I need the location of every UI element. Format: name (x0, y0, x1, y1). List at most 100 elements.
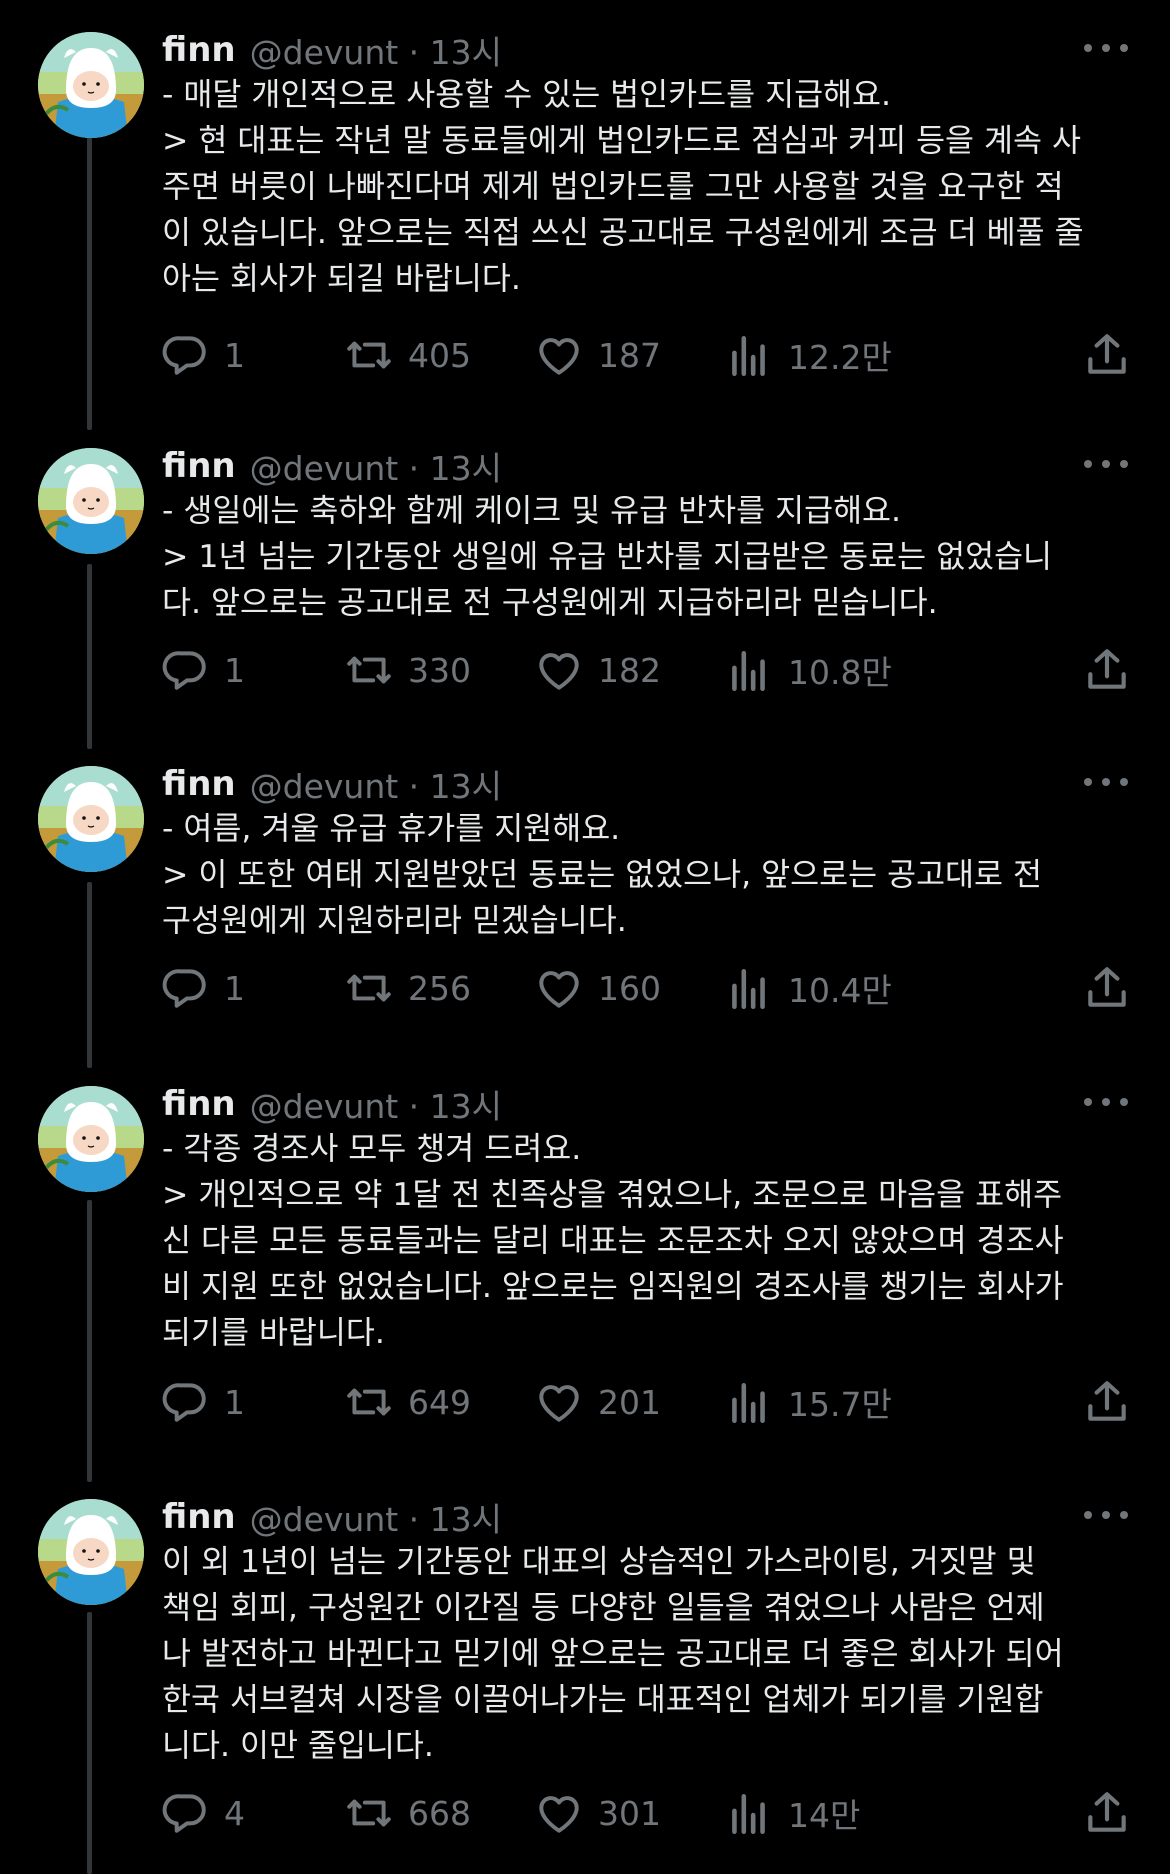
reply-button[interactable]: 1 (160, 1372, 245, 1432)
views-button[interactable]: 12.2만 (724, 325, 892, 385)
display-name[interactable]: finn (162, 1084, 236, 1124)
reply-button[interactable]: 4 (160, 1783, 245, 1843)
tweet-header: finn @devunt · 13시 (162, 760, 502, 808)
retweet-button[interactable]: 256 (344, 958, 471, 1018)
more-icon[interactable] (1084, 772, 1128, 792)
reply-icon (162, 969, 206, 1008)
thread-line (87, 1200, 92, 1482)
tweet-text-line: > 현 대표는 작년 말 동료들에게 법인카드로 점심과 커피 등을 계속 사 (162, 123, 1081, 159)
views-icon (732, 969, 765, 1010)
avatar[interactable] (38, 448, 144, 554)
views-button[interactable]: 15.7만 (724, 1372, 892, 1432)
tweet-text-line: 책임 회피, 구성원간 이간질 등 다양한 일들을 겪었으나 사람은 언제 (162, 1590, 1045, 1626)
reply-icon (162, 336, 206, 375)
views-button[interactable]: 10.4만 (724, 958, 892, 1018)
reply-button[interactable]: 1 (160, 640, 245, 700)
share-icon (1088, 1792, 1126, 1832)
reply-count: 1 (224, 1382, 245, 1422)
avatar[interactable] (38, 766, 144, 872)
reply-icon (162, 1383, 206, 1422)
tweet-text: - 매달 개인적으로 사용할 수 있는 법인카드를 지급해요. > 현 대표는 작… (162, 72, 1130, 302)
display-name[interactable]: finn (162, 446, 236, 486)
retweet-count: 256 (408, 968, 471, 1008)
view-count: 10.4만 (788, 971, 892, 1010)
tweet-text-line: 비 지원 또한 없었습니다. 앞으로는 임직원의 경조사를 챙기는 회사가 (162, 1269, 1064, 1305)
thread-line (87, 130, 92, 430)
like-button[interactable]: 201 (534, 1372, 661, 1432)
tweet-text-line: > 이 또한 여태 지원받았던 동료는 없었으나, 앞으로는 공고대로 전 (162, 857, 1043, 893)
view-count: 10.8만 (788, 653, 892, 692)
share-button[interactable] (1082, 1372, 1132, 1432)
retweet-button[interactable]: 668 (344, 1783, 471, 1843)
tweet-text-line: - 매달 개인적으로 사용할 수 있는 법인카드를 지급해요. (162, 77, 892, 113)
retweet-button[interactable]: 330 (344, 640, 471, 700)
like-button[interactable]: 301 (534, 1783, 661, 1843)
action-bar: 1 649 201 15.7만 (160, 1372, 1140, 1432)
tweet-text-line: - 각종 경조사 모두 챙겨 드려요. (162, 1131, 582, 1167)
share-button[interactable] (1082, 958, 1132, 1018)
handle-and-time[interactable]: @devunt · 13시 (250, 1493, 502, 1541)
retweet-count: 405 (408, 335, 471, 375)
display-name[interactable]: finn (162, 30, 236, 70)
action-bar: 4 668 301 14만 (160, 1783, 1140, 1843)
like-button[interactable]: 160 (534, 958, 661, 1018)
more-icon[interactable] (1084, 38, 1128, 58)
display-name[interactable]: finn (162, 764, 236, 804)
tweet-text-line: 주면 버릇이 나빠진다며 제게 법인카드를 그만 사용할 것을 요구한 적 (162, 169, 1064, 205)
reply-button[interactable]: 1 (160, 325, 245, 385)
handle-and-time[interactable]: @devunt · 13시 (250, 760, 502, 808)
tweet-header: finn @devunt · 13시 (162, 442, 502, 490)
reply-button[interactable]: 1 (160, 958, 245, 1018)
share-icon (1088, 649, 1126, 689)
tweet-header: finn @devunt · 13시 (162, 26, 502, 74)
tweet-text-line: 이 있습니다. 앞으로는 직접 쓰신 공고대로 구성원에게 조금 더 베풀 줄 (162, 215, 1084, 251)
retweet-count: 649 (408, 1382, 471, 1422)
retweet-button[interactable]: 405 (344, 325, 471, 385)
display-name[interactable]: finn (162, 1497, 236, 1537)
share-icon (1088, 334, 1126, 374)
more-icon[interactable] (1084, 1505, 1128, 1525)
tweet-header: finn @devunt · 13시 (162, 1493, 502, 1541)
heart-icon (539, 653, 579, 690)
reply-count: 1 (224, 335, 245, 375)
heart-icon (539, 971, 579, 1008)
like-count: 201 (598, 1382, 661, 1422)
action-bar: 1 256 160 10.4만 (160, 958, 1140, 1018)
more-icon[interactable] (1084, 1092, 1128, 1112)
heart-icon (539, 1385, 579, 1422)
views-icon (732, 1794, 765, 1835)
avatar[interactable] (38, 32, 144, 138)
like-button[interactable]: 187 (534, 325, 661, 385)
avatar-image (38, 766, 144, 872)
more-icon[interactable] (1084, 454, 1128, 474)
action-bar: 1 405 187 12.2만 (160, 325, 1140, 385)
handle-and-time[interactable]: @devunt · 13시 (250, 26, 502, 74)
retweet-count: 668 (408, 1793, 471, 1833)
reply-icon (162, 651, 206, 690)
share-button[interactable] (1082, 640, 1132, 700)
share-button[interactable] (1082, 1783, 1132, 1843)
views-button[interactable]: 14만 (724, 1783, 860, 1843)
retweet-count: 330 (408, 650, 471, 690)
tweet-text-line: 이 외 1년이 넘는 기간동안 대표의 상습적인 가스라이팅, 거짓말 및 (162, 1544, 1036, 1580)
like-button[interactable]: 182 (534, 640, 661, 700)
avatar-image (38, 448, 144, 554)
heart-icon (539, 1796, 579, 1833)
retweet-button[interactable]: 649 (344, 1372, 471, 1432)
handle-and-time[interactable]: @devunt · 13시 (250, 442, 502, 490)
avatar[interactable] (38, 1499, 144, 1605)
tweet-text: 이 외 1년이 넘는 기간동안 대표의 상습적인 가스라이팅, 거짓말 및책임 … (162, 1539, 1130, 1769)
like-count: 187 (598, 335, 661, 375)
views-button[interactable]: 10.8만 (724, 640, 892, 700)
handle-and-time[interactable]: @devunt · 13시 (250, 1080, 502, 1128)
tweet-text-line: 되기를 바랍니다. (162, 1315, 385, 1351)
retweet-icon (347, 974, 391, 1002)
avatar-image (38, 1086, 144, 1192)
retweet-icon (347, 1799, 391, 1827)
thread-line (87, 1612, 92, 1874)
tweet-text-line: 한국 서브컬쳐 시장을 이끌어나가는 대표적인 업체가 되기를 기원합 (162, 1682, 1044, 1718)
share-button[interactable] (1082, 325, 1132, 385)
thread-line (87, 564, 92, 749)
avatar[interactable] (38, 1086, 144, 1192)
tweet-text-line: 다. 앞으로는 공고대로 전 구성원에게 지급하리라 믿습니다. (162, 585, 938, 621)
